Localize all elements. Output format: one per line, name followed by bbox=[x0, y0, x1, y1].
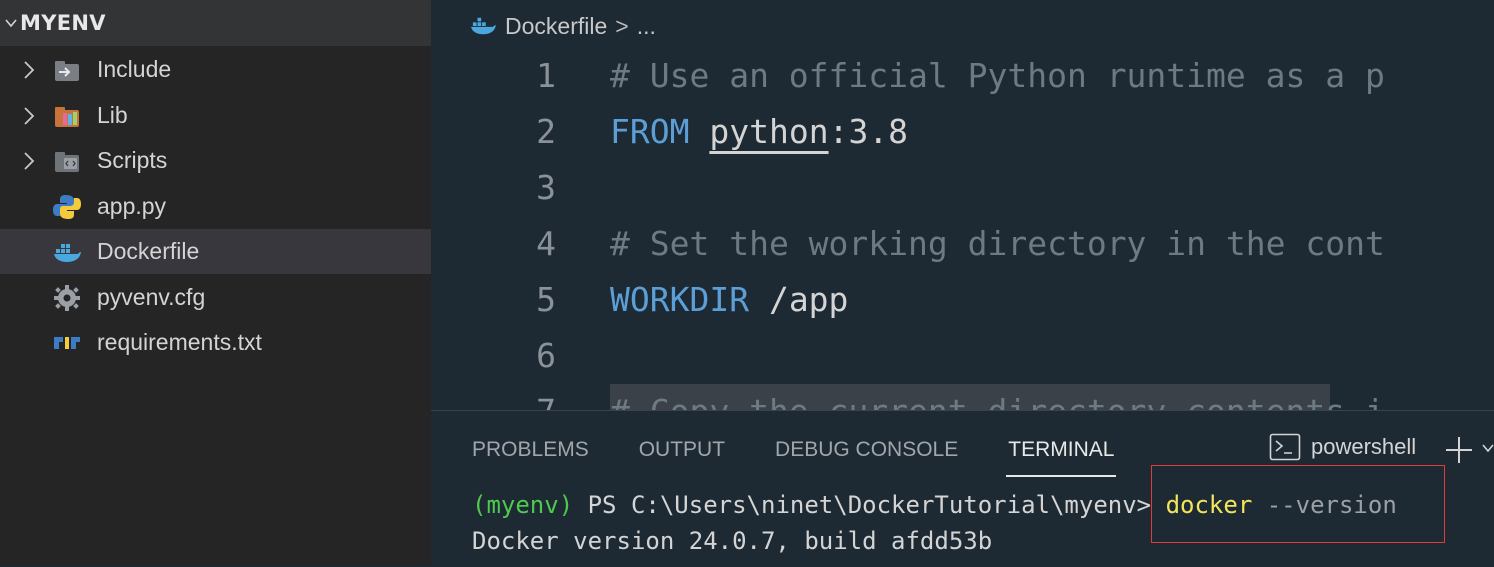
tree-item-label: pyvenv.cfg bbox=[97, 284, 206, 310]
code-text: WORKDIR /app bbox=[610, 280, 848, 319]
line-number: 2 bbox=[536, 112, 556, 151]
code-token: WORKDIR bbox=[610, 280, 750, 319]
breadcrumb: Dockerfile > ... bbox=[469, 8, 656, 44]
breadcrumb-file[interactable]: Dockerfile bbox=[505, 13, 607, 40]
chevron-right-icon bbox=[24, 152, 35, 170]
folder-scripts-icon bbox=[55, 152, 79, 172]
explorer-folder-name: MYENV bbox=[20, 11, 106, 35]
docker-file-icon bbox=[471, 17, 496, 35]
panel-tabs: PROBLEMS OUTPUT DEBUG CONSOLE TERMINAL bbox=[472, 435, 1117, 477]
tree-item-pyvenv-cfg[interactable]: pyvenv.cfg bbox=[0, 275, 431, 320]
code-text: # Set the working directory in the cont bbox=[610, 224, 1385, 263]
tree-item-dockerfile[interactable]: Dockerfile bbox=[0, 229, 431, 274]
gear-file-icon bbox=[54, 285, 80, 311]
code-token: # Use an official Python runtime as a p bbox=[610, 56, 1385, 95]
line-number: 4 bbox=[536, 224, 556, 263]
tree-item-lib[interactable]: Lib bbox=[0, 93, 431, 138]
explorer-folder-header[interactable]: MYENV bbox=[0, 0, 431, 46]
new-terminal-plus-icon[interactable] bbox=[1442, 433, 1476, 467]
terminal-icon bbox=[1269, 433, 1301, 461]
code-line[interactable]: 3 bbox=[431, 162, 1494, 218]
breadcrumb-separator: > bbox=[615, 12, 629, 39]
highlight-box bbox=[1151, 465, 1445, 543]
tree-item-label: requirements.txt bbox=[97, 329, 262, 355]
tree-item-label: Lib bbox=[97, 102, 128, 128]
code-line[interactable]: 7 # Copy the current directory contents i bbox=[431, 386, 1494, 410]
code-token: python bbox=[709, 112, 829, 151]
line-number: 1 bbox=[536, 56, 556, 95]
tree-item-label: Include bbox=[97, 56, 172, 82]
tree-item-requirements-txt[interactable]: requirements.txt bbox=[0, 320, 431, 365]
pip-file-icon bbox=[54, 337, 80, 349]
terminal-env: (myenv) bbox=[472, 491, 574, 519]
tree-item-label: app.py bbox=[97, 193, 167, 219]
terminal-prompt: PS C:\Users\ninet\DockerTutorial\myenv> bbox=[573, 491, 1166, 519]
code-editor[interactable]: Dockerfile > ... 1 # Use an official Pyth… bbox=[431, 0, 1494, 410]
code-line[interactable]: 4 # Set the working directory in the cont bbox=[431, 218, 1494, 274]
code-token: /app bbox=[749, 280, 849, 319]
terminal-output-line: Docker version 24.0.7, build afdd53b bbox=[472, 527, 993, 555]
line-number: 7 bbox=[536, 392, 556, 410]
folder-lib-icon bbox=[55, 107, 79, 127]
code-token: FROM bbox=[610, 112, 690, 151]
tab-output[interactable]: OUTPUT bbox=[639, 435, 725, 475]
terminal-shell-selector[interactable]: powershell bbox=[1269, 433, 1416, 461]
breadcrumb-more[interactable]: ... bbox=[637, 13, 656, 40]
code-text: FROM python:3.8 bbox=[610, 112, 908, 151]
tab-debug-console[interactable]: DEBUG CONSOLE bbox=[775, 435, 958, 475]
code-token: # Set the working directory in the cont bbox=[610, 224, 1385, 263]
code-line[interactable]: 2 FROM python:3.8 bbox=[431, 106, 1494, 162]
tree-item-label: Scripts bbox=[97, 147, 168, 173]
code-line[interactable]: 5 WORKDIR /app bbox=[431, 274, 1494, 330]
docker-file-icon bbox=[54, 244, 81, 262]
code-token: :3.8 bbox=[828, 112, 909, 151]
shell-label: powershell bbox=[1311, 434, 1417, 459]
line-number: 5 bbox=[536, 280, 556, 319]
tree-item-include[interactable]: Include bbox=[0, 47, 431, 92]
chevron-down-icon[interactable] bbox=[1481, 441, 1494, 455]
code-token: # Copy the current directory contents i bbox=[610, 392, 1385, 410]
folder-include-icon bbox=[55, 61, 79, 81]
explorer-sidebar: MYENV Include Lib Scripts app.py Dockerf… bbox=[0, 0, 431, 566]
tree-item-app-py[interactable]: app.py bbox=[0, 184, 431, 229]
tab-problems[interactable]: PROBLEMS bbox=[472, 435, 589, 475]
python-file-icon bbox=[53, 195, 81, 219]
code-line[interactable]: 1 # Use an official Python runtime as a p bbox=[431, 50, 1494, 106]
code-text: # Copy the current directory contents i bbox=[610, 392, 1385, 410]
bottom-panel: PROBLEMS OUTPUT DEBUG CONSOLE TERMINAL p… bbox=[431, 410, 1494, 567]
tab-terminal[interactable]: TERMINAL bbox=[1006, 435, 1117, 477]
code-line[interactable]: 6 bbox=[431, 330, 1494, 386]
line-number: 3 bbox=[536, 168, 556, 207]
chevron-down-icon bbox=[5, 19, 17, 28]
tree-item-label: Dockerfile bbox=[97, 238, 200, 264]
line-number: 6 bbox=[536, 336, 556, 375]
chevron-right-icon bbox=[24, 107, 35, 125]
chevron-right-icon bbox=[24, 61, 35, 79]
code-text: # Use an official Python runtime as a p bbox=[610, 56, 1385, 95]
tree-item-scripts[interactable]: Scripts bbox=[0, 138, 431, 183]
